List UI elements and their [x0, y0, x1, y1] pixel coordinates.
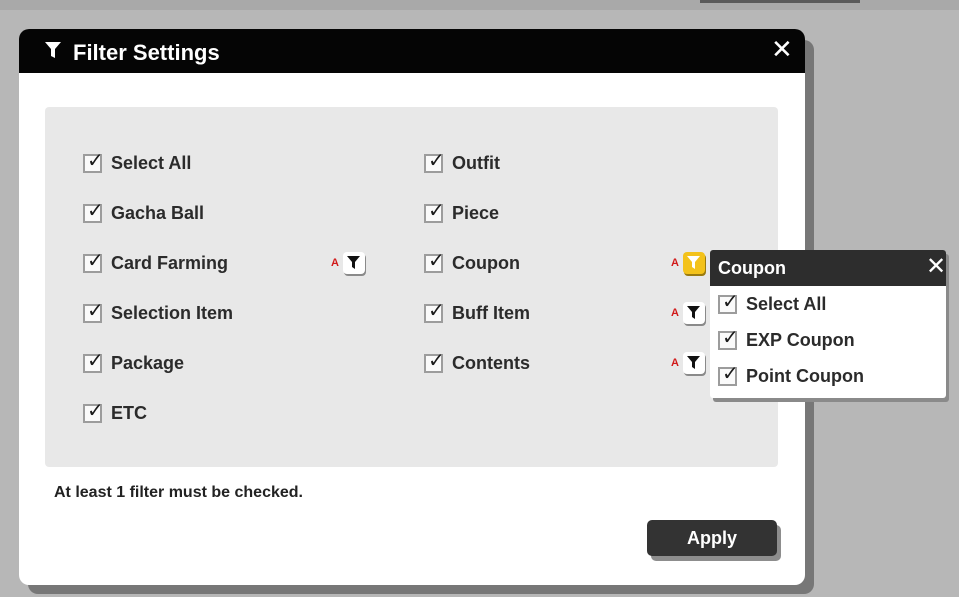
checkmark-icon: ✓: [428, 247, 445, 272]
checkmark-icon: ✓: [87, 197, 104, 222]
filter-icon: [687, 356, 701, 369]
sub-filter-marker: A: [671, 257, 679, 269]
filter-option-label: Buff Item: [452, 302, 530, 323]
checkmark-icon: ✓: [87, 347, 104, 372]
filter-icon: [45, 42, 61, 58]
checkbox[interactable]: ✓: [718, 327, 739, 350]
filter-settings-dialog: Filter Settings ✕ ✓ Select All ✓ Gacha B…: [19, 29, 805, 585]
filter-option-card-farming[interactable]: ✓ Card Farming: [83, 249, 228, 277]
checkmark-icon: ✓: [87, 147, 104, 172]
checkmark-icon: ✓: [87, 397, 104, 422]
popup-option-select-all[interactable]: ✓ Select All: [718, 290, 826, 318]
filter-icon: [687, 256, 701, 269]
checkmark-icon: ✓: [87, 297, 104, 322]
filter-option-contents[interactable]: ✓ Contents: [424, 349, 530, 377]
sub-filter-marker: A: [671, 307, 679, 319]
filter-icon: [347, 256, 361, 269]
filter-button-active[interactable]: [682, 252, 705, 274]
filter-option-label: Gacha Ball: [111, 202, 205, 223]
sub-filter-marker: A: [671, 357, 679, 369]
checkmark-icon: ✓: [87, 247, 104, 272]
popup-close-icon[interactable]: ✕: [926, 254, 946, 278]
checkbox[interactable]: ✓: [424, 250, 445, 273]
sub-filter-coupon[interactable]: A: [671, 252, 705, 274]
filter-option-outfit[interactable]: ✓ Outfit: [424, 149, 500, 177]
checkmark-icon: ✓: [722, 288, 739, 313]
filter-option-select-all[interactable]: ✓ Select All: [83, 149, 191, 177]
sub-filter-marker: A: [331, 257, 339, 269]
filter-option-label: Select All: [111, 152, 192, 173]
popup-option-label: EXP Coupon: [746, 329, 855, 350]
filter-option-etc[interactable]: ✓ ETC: [83, 399, 147, 427]
apply-button[interactable]: Apply: [647, 520, 777, 556]
filter-option-piece[interactable]: ✓ Piece: [424, 199, 499, 227]
checkbox[interactable]: ✓: [424, 350, 445, 373]
popup-option-label: Point Coupon: [746, 365, 864, 386]
filter-option-label: Piece: [452, 202, 500, 223]
filter-option-coupon[interactable]: ✓ Coupon: [424, 249, 520, 277]
popup-option-label: Select All: [746, 293, 827, 314]
popup-option-exp-coupon[interactable]: ✓ EXP Coupon: [718, 326, 855, 354]
sub-filter-buff-item[interactable]: A: [671, 302, 705, 324]
checkbox[interactable]: ✓: [424, 200, 445, 223]
checkmark-icon: ✓: [428, 347, 445, 372]
filter-option-label: Selection Item: [111, 302, 234, 323]
checkbox[interactable]: ✓: [83, 350, 104, 373]
checkbox[interactable]: ✓: [83, 200, 104, 223]
filter-button[interactable]: [682, 302, 705, 324]
dialog-title: Filter Settings: [73, 40, 220, 65]
checkbox[interactable]: ✓: [424, 300, 445, 323]
filter-button[interactable]: [682, 352, 705, 374]
filter-option-buff-item[interactable]: ✓ Buff Item: [424, 299, 530, 327]
checkbox[interactable]: ✓: [83, 300, 104, 323]
checkbox[interactable]: ✓: [83, 400, 104, 423]
close-icon[interactable]: ✕: [771, 37, 793, 63]
checkbox[interactable]: ✓: [718, 363, 739, 386]
checkmark-icon: ✓: [722, 324, 739, 349]
filter-option-gacha-ball[interactable]: ✓ Gacha Ball: [83, 199, 204, 227]
checkbox[interactable]: ✓: [718, 291, 739, 314]
checkbox[interactable]: ✓: [83, 250, 104, 273]
filter-option-label: Contents: [452, 352, 530, 373]
filter-options-panel: ✓ Select All ✓ Gacha Ball ✓ Card Farming…: [45, 107, 778, 467]
filter-option-selection-item[interactable]: ✓ Selection Item: [83, 299, 233, 327]
dialog-header: Filter Settings ✕: [19, 29, 805, 73]
filter-icon: [687, 306, 701, 319]
filter-option-label: Package: [111, 352, 185, 373]
checkbox[interactable]: ✓: [424, 150, 445, 173]
background-toolbar-strip: [0, 0, 959, 10]
background-bar: [700, 0, 860, 3]
checkmark-icon: ✓: [722, 360, 739, 385]
sub-filter-card-farming[interactable]: A: [331, 252, 365, 274]
filter-option-label: Card Farming: [111, 252, 229, 273]
coupon-filter-popup: Coupon ✕ ✓ Select All ✓ EXP Coupon ✓ Poi…: [710, 250, 946, 398]
checkmark-icon: ✓: [428, 147, 445, 172]
validation-note: At least 1 filter must be checked.: [54, 484, 303, 501]
checkbox[interactable]: ✓: [83, 150, 104, 173]
filter-option-label: ETC: [111, 402, 147, 423]
popup-header: Coupon ✕: [710, 250, 946, 286]
filter-option-label: Outfit: [452, 152, 500, 173]
popup-title: Coupon: [718, 258, 786, 278]
checkmark-icon: ✓: [428, 297, 445, 322]
sub-filter-contents[interactable]: A: [671, 352, 705, 374]
popup-option-point-coupon[interactable]: ✓ Point Coupon: [718, 362, 864, 390]
filter-option-label: Coupon: [452, 252, 520, 273]
filter-option-package[interactable]: ✓ Package: [83, 349, 184, 377]
filter-button[interactable]: [342, 252, 365, 274]
checkmark-icon: ✓: [428, 197, 445, 222]
